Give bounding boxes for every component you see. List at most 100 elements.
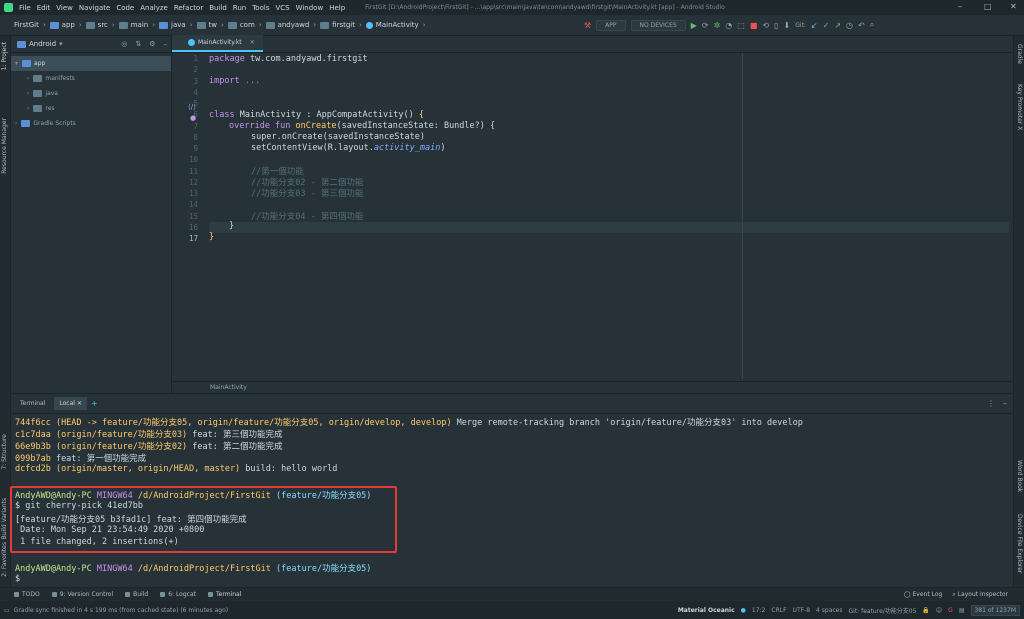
hide-icon[interactable]: – [164,40,168,48]
maximize-icon[interactable]: □ [984,2,992,11]
google-icon[interactable]: G [948,607,953,614]
todo-tool-button[interactable]: TODO [14,591,40,598]
vcs-rollback-icon[interactable]: ↶ [858,21,865,30]
logcat-tool-button[interactable]: 6: Logcat [160,591,196,598]
breadcrumb-app[interactable]: app › [49,21,82,29]
debug-icon[interactable]: ✲ [714,21,721,30]
collapse-icon[interactable]: ⇅ [135,40,141,48]
breadcrumb-src[interactable]: src › [85,21,115,29]
status-message[interactable]: Gradle sync finished in 4 s 199 ms (from… [14,607,228,614]
hammer-icon[interactable]: ⚒ [584,21,591,30]
breadcrumb-mainactivity[interactable]: MainActivity › [365,21,426,29]
apply-changes-icon[interactable]: ⟳ [702,21,709,30]
gradle-tool-tab[interactable]: Gradle [1016,44,1023,64]
layout-inspector-tool-button[interactable]: ⌕ Layout Inspector [952,591,1008,599]
avd-manager-icon[interactable]: ▯ [774,21,778,30]
build-tool-button[interactable]: Build [125,591,148,598]
version-control-tool-button[interactable]: 9: Version Control [51,591,113,598]
code-area[interactable]: package tw.com.andyawd.firstgit import .… [209,53,1009,384]
chevron-right-icon[interactable]: › [27,105,29,112]
more-icon[interactable]: ⋮ [987,399,995,408]
run-icon[interactable]: ▶ [691,21,697,30]
minimize-icon[interactable]: – [958,2,962,11]
build-variants-tool-tab[interactable]: Build Variants [1,498,8,539]
project-tool-tab[interactable]: 1: Project [1,42,8,70]
menu-help[interactable]: Help [329,4,345,12]
breadcrumb-main[interactable]: main › [118,21,155,29]
project-view-selector[interactable]: Android [29,40,56,48]
menu-vcs[interactable]: VCS [275,4,289,12]
device-file-explorer-tool-tab[interactable]: Device File Explorer [1016,514,1023,573]
indent-setting[interactable]: 4 spaces [816,607,842,614]
chevron-right-icon[interactable]: › [27,90,29,97]
theme-indicator[interactable]: Material Oceanic [678,607,735,614]
chevron-right-icon[interactable]: › [15,120,17,127]
close-icon[interactable]: ✕ [1010,2,1017,11]
shell-cursor[interactable]: $ [15,574,20,584]
gear-icon[interactable]: ⚙ [149,40,155,48]
profile-icon[interactable]: ◔ [725,21,732,30]
event-icon[interactable]: ▤ [959,607,965,614]
menu-build[interactable]: Build [209,4,227,12]
git-branch-widget[interactable]: Git: feature/功能分支05 [849,606,917,615]
vcs-update-icon[interactable]: ↙ [811,21,818,30]
breadcrumb-firstgit-package[interactable]: firstgit › [320,21,362,29]
breadcrumb-firstgit[interactable]: FirstGit › [14,21,46,29]
inspector-icon[interactable]: ☺ [936,607,942,614]
stop-icon[interactable]: ■ [750,21,758,30]
search-icon[interactable]: ⌕ [870,20,874,30]
hide-icon[interactable]: – [1003,399,1007,408]
menu-navigate[interactable]: Navigate [79,4,110,12]
memory-indicator[interactable]: 381 of 1237M [970,604,1020,616]
override-gutter-icon[interactable]: ● [190,114,196,122]
add-tab-icon[interactable]: + [91,399,98,408]
menu-run[interactable]: Run [233,4,246,12]
breadcrumb-tw[interactable]: tw › [196,21,224,29]
target-icon[interactable]: ◎ [121,40,127,48]
menu-refactor[interactable]: Refactor [174,4,203,12]
device-dropdown[interactable]: NO DEVICES [630,19,686,31]
structure-tool-tab[interactable]: 7: Structure [1,434,8,470]
terminal-tab-local[interactable]: Local ✕ [54,397,87,410]
close-tab-icon[interactable]: ✕ [250,39,255,46]
tree-node[interactable]: › java [11,86,171,101]
resource-manager-tool-tab[interactable]: Resource Manager [1,118,8,174]
tree-node[interactable]: ▾ app [11,56,171,71]
breadcrumb-java[interactable]: java › [159,21,193,29]
tree-node[interactable]: › res [11,101,171,116]
caret-position[interactable]: 17:2 [752,607,765,614]
breadcrumb-andyawd[interactable]: andyawd › [265,21,316,29]
run-config-dropdown[interactable]: APP [596,19,626,31]
class-gutter-icon[interactable]: ⟨/⟩ [188,103,196,111]
editor-breadcrumb-footer[interactable]: MainActivity [172,381,1013,393]
menu-analyze[interactable]: Analyze [140,4,168,12]
tree-node[interactable]: › manifests [11,71,171,86]
vcs-history-icon[interactable]: ◷ [846,21,853,30]
close-tab-icon[interactable]: ✕ [77,400,82,407]
chevron-down-icon[interactable]: ▾ [59,40,63,48]
menu-view[interactable]: View [56,4,73,12]
chevron-down-icon[interactable]: ▾ [15,60,18,67]
vcs-commit-icon[interactable]: ✓ [823,21,830,30]
sync-icon[interactable]: ⟲ [762,21,769,30]
menu-window[interactable]: Window [296,4,324,12]
event-log-tool-button[interactable]: ◯ Event Log [904,591,943,599]
lock-icon[interactable]: 🔒 [922,607,929,614]
sdk-manager-icon[interactable]: ⬇ [784,21,791,30]
menu-edit[interactable]: Edit [37,4,51,12]
key-promoter-tool-tab[interactable]: Key Promoter X [1016,84,1023,130]
vcs-push-icon[interactable]: ↗ [834,21,841,30]
word-book-tool-tab[interactable]: Word Book [1016,460,1023,492]
file-encoding[interactable]: UTF-8 [793,607,811,614]
attach-debugger-icon[interactable]: ⬚ [737,21,745,30]
breadcrumb-com[interactable]: com › [227,21,262,29]
menu-file[interactable]: File [19,4,31,12]
menu-code[interactable]: Code [116,4,134,12]
terminal-tool-button[interactable]: Terminal [208,591,241,598]
tree-node[interactable]: › Gradle Scripts [11,116,171,131]
line-separator[interactable]: CRLF [771,607,786,614]
chevron-right-icon[interactable]: › [27,75,29,82]
menu-tools[interactable]: Tools [252,4,269,12]
favorites-tool-tab[interactable]: 2: Favorites [1,542,8,577]
tab-mainactivity[interactable]: MainActivity.kt ✕ [172,35,263,52]
